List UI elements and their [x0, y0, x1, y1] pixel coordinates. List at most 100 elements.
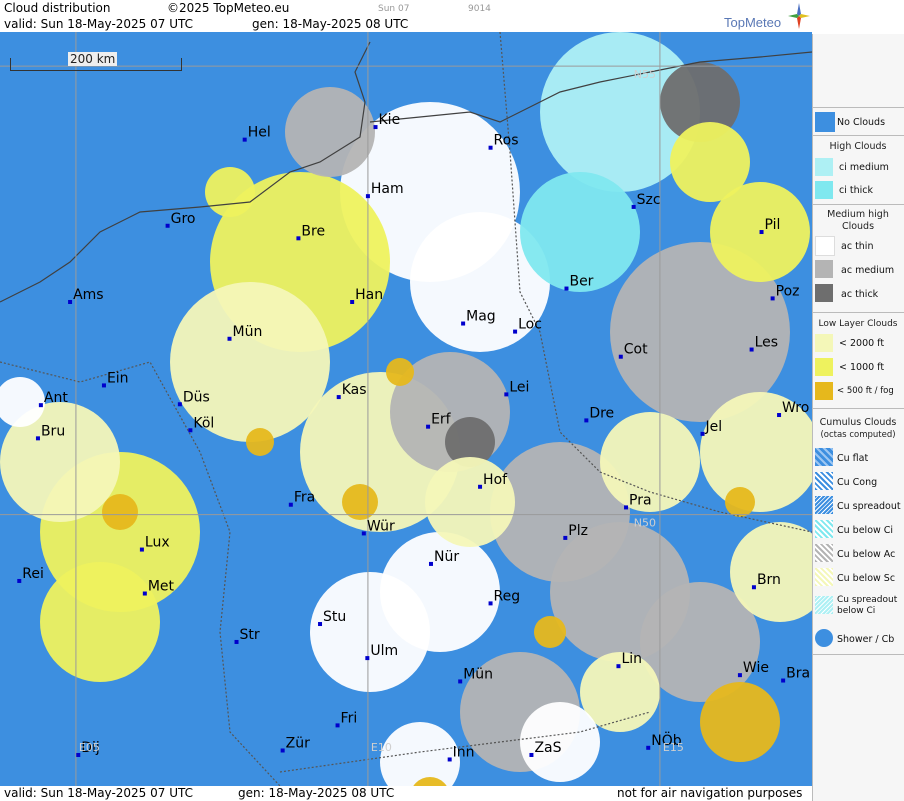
city-dot: [177, 402, 182, 407]
city-dot: [529, 752, 534, 757]
city-marker[interactable]: Pra: [624, 492, 652, 510]
swatch-cu-below-ac: [815, 544, 833, 562]
city-marker[interactable]: Gro: [165, 211, 196, 228]
city-label: Brn: [757, 572, 781, 588]
city-marker[interactable]: Bre: [296, 223, 325, 241]
swatch-cu-spread: [815, 496, 833, 514]
city-marker[interactable]: Stu: [318, 609, 346, 627]
legend-ci-medium: ci medium: [839, 162, 889, 173]
city-marker[interactable]: Poz: [770, 283, 800, 301]
city-label: Bru: [41, 423, 65, 439]
city-marker[interactable]: Dre: [584, 405, 614, 423]
city-marker[interactable]: Hof: [478, 472, 508, 489]
city-marker[interactable]: Les: [749, 335, 778, 352]
city-marker[interactable]: Ros: [488, 133, 519, 150]
city-dot: [737, 673, 742, 678]
city-dot: [777, 413, 782, 418]
swatch-low-1000: [815, 358, 833, 376]
city-dot: [447, 757, 452, 762]
city-marker[interactable]: Wro: [777, 400, 809, 418]
city-label: Lei: [509, 379, 529, 395]
city-label: Cot: [624, 342, 648, 358]
city-marker[interactable]: Bra: [781, 666, 810, 683]
grid-label: E10: [371, 741, 392, 754]
legend-cu-flat: Cu flat: [837, 453, 869, 464]
city-marker[interactable]: Wie: [737, 660, 769, 678]
city-marker[interactable]: Wür: [361, 518, 395, 536]
city-label: Jel: [705, 419, 723, 435]
footer-valid: valid: Sun 18-May-2025 07 UTC: [4, 786, 193, 800]
grid-label: N55: [634, 68, 656, 81]
cloud-patch: [40, 562, 160, 682]
city-marker[interactable]: ZaS: [529, 740, 562, 757]
cloud-patch: [425, 457, 515, 547]
swatch-ac-medium: [815, 260, 833, 278]
legend-cu-sub: (octas computed): [820, 430, 896, 440]
legend-ac-thick: ac thick: [841, 289, 879, 300]
city-marker[interactable]: Bru: [35, 423, 65, 441]
city-marker[interactable]: Hel: [242, 125, 271, 142]
city-label: Dre: [589, 405, 614, 421]
city-label: Pra: [629, 492, 652, 508]
swatch-cu-flat: [815, 448, 833, 466]
city-marker[interactable]: Met: [142, 579, 175, 596]
city-label: Str: [240, 627, 260, 643]
city-marker[interactable]: Inn: [447, 744, 475, 762]
city-marker[interactable]: Kas: [336, 382, 367, 400]
city-label: Lux: [145, 535, 170, 551]
city-label: Plz: [568, 523, 588, 539]
city-marker[interactable]: Cot: [618, 342, 648, 359]
city-dot: [563, 535, 568, 540]
swatch-cu-cong: [815, 472, 833, 490]
legend-cu-below-ci: Cu below Ci: [837, 525, 894, 536]
city-marker[interactable]: Loc: [513, 317, 542, 334]
city-label: Pil: [765, 217, 781, 233]
city-label: Fra: [294, 490, 315, 506]
city-dot: [101, 383, 106, 388]
city-dot: [478, 484, 483, 489]
legend-cu-spread-ci-2: below Ci: [837, 606, 876, 616]
city-label: Kas: [342, 382, 367, 398]
city-dot: [428, 561, 433, 566]
city-marker[interactable]: Nür: [428, 549, 459, 566]
city-dot: [318, 622, 323, 627]
city-marker[interactable]: Düs: [177, 389, 210, 407]
city-marker[interactable]: Ams: [68, 287, 104, 304]
city-marker[interactable]: Han: [350, 287, 383, 304]
city-label: Gro: [171, 211, 196, 227]
city-marker[interactable]: Mün: [227, 324, 263, 341]
cloud-map[interactable]: Kie Ros Hel Ham Szc Gro Bre Pil Ber Ams Han Poz Mag L…: [0, 32, 812, 786]
city-marker[interactable]: Ulm: [365, 643, 398, 661]
city-dot: [513, 329, 518, 334]
footer-bar: valid: Sun 18-May-2025 07 UTC gen: 18-Ma…: [0, 786, 812, 801]
city-dot: [38, 403, 43, 408]
city-label: Ant: [44, 390, 68, 406]
city-marker[interactable]: Ber: [564, 274, 594, 291]
city-dot: [365, 656, 370, 661]
city-label: Mün: [463, 666, 493, 682]
topmeteo-logo: TopMeteo: [724, 15, 782, 30]
city-dot: [336, 395, 341, 400]
city-label: Zür: [286, 735, 310, 751]
city-marker[interactable]: Lux: [139, 535, 170, 552]
header-bar: Cloud distribution ©2025 TopMeteo.eu Sun…: [0, 0, 812, 32]
scale-label: 200 km: [68, 52, 118, 66]
grid-label: N50: [634, 517, 656, 530]
city-marker[interactable]: Zür: [280, 735, 310, 753]
legend-shower: Shower / Cb: [837, 634, 895, 645]
legend-cu-spread-ci-1: Cu spreadout: [837, 595, 898, 605]
legend-cu-head: Cumulus Clouds: [819, 417, 897, 428]
city-marker[interactable]: Reg: [488, 588, 521, 606]
city-label: Mün: [233, 324, 263, 340]
city-marker[interactable]: Brn: [751, 572, 781, 590]
cloud-patch: [386, 358, 414, 386]
city-marker[interactable]: Szc: [631, 192, 661, 209]
city-label: Ulm: [370, 643, 398, 659]
city-marker[interactable]: Ham: [365, 181, 404, 199]
city-marker[interactable]: Ant: [38, 390, 68, 408]
city-marker[interactable]: Mün: [458, 666, 493, 684]
legend-cu-below-sc: Cu below Sc: [837, 573, 896, 584]
city-label: Wro: [782, 400, 809, 416]
city-label: Köl: [193, 415, 214, 431]
city-marker[interactable]: Mag: [461, 309, 496, 326]
